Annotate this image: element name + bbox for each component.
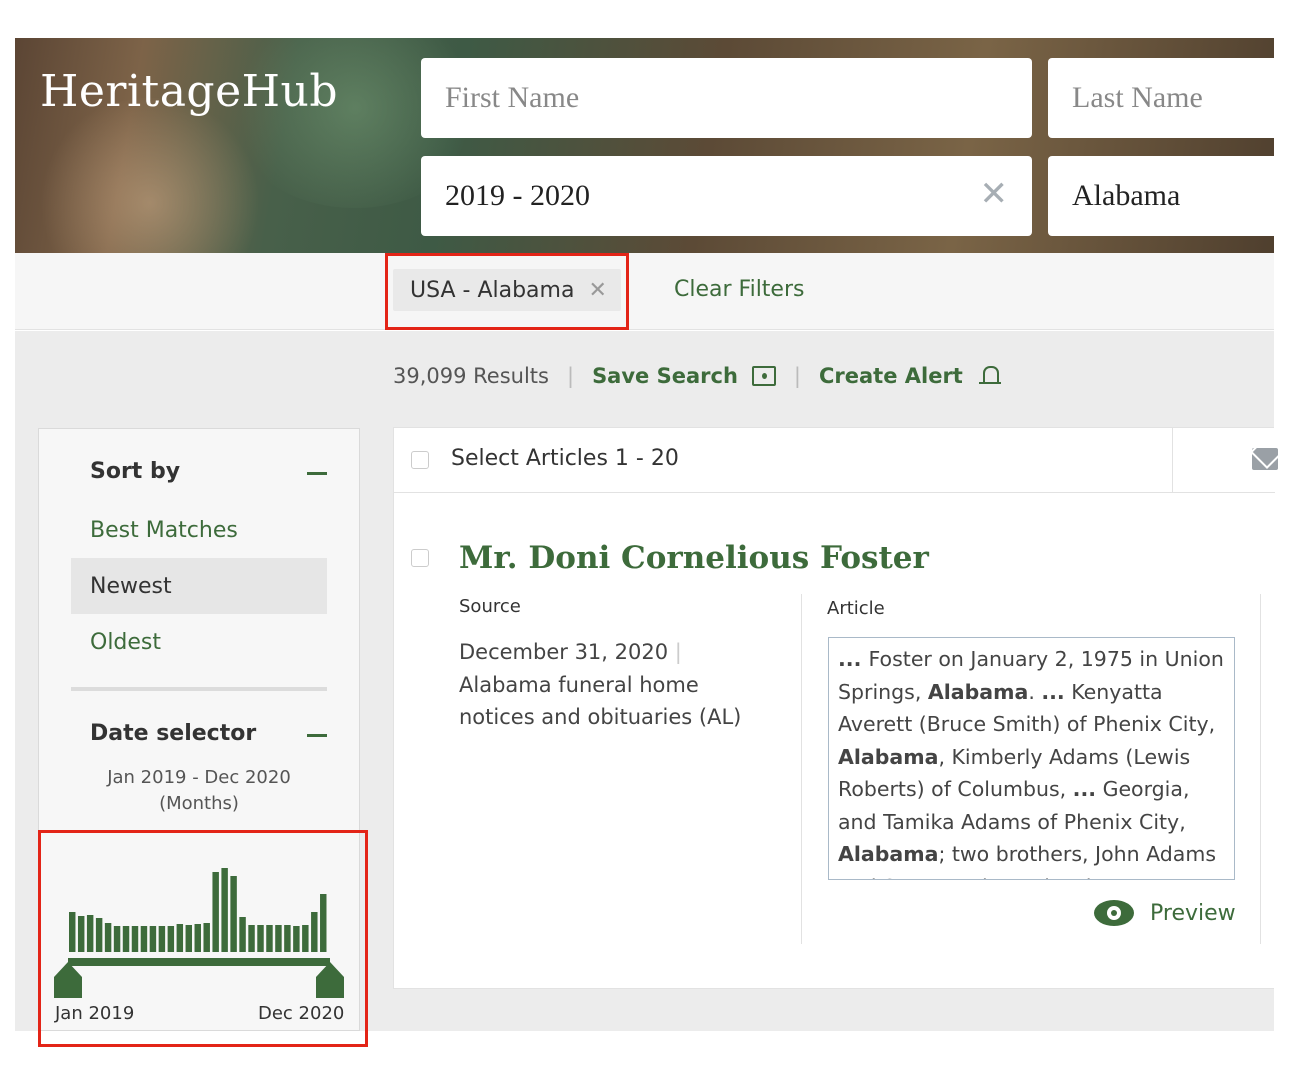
histogram-bar[interactable] [86, 915, 94, 952]
date-histogram[interactable]: Jan 2019 Dec 2020 [38, 830, 368, 1030]
filter-chip-location[interactable]: USA - Alabama ✕ [393, 269, 621, 311]
histogram-bar[interactable] [122, 926, 130, 952]
sort-heading: Sort by [90, 459, 181, 484]
histogram-bar[interactable] [230, 876, 237, 952]
first-name-field[interactable] [421, 58, 1032, 138]
create-alert-link[interactable]: Create Alert [819, 364, 963, 388]
collapse-sort-icon[interactable] [307, 472, 327, 475]
date-range-label: Jan 2019 - Dec 2020 [107, 767, 291, 788]
sidebar-divider [71, 687, 327, 691]
snippet-highlight: ... [838, 647, 869, 671]
histogram-bar[interactable] [311, 912, 318, 952]
article-snippet[interactable]: ... Foster on January 2, 1975 in Union S… [828, 637, 1235, 880]
histogram-bar[interactable] [293, 926, 300, 952]
date-slider-handle-end[interactable] [316, 962, 344, 998]
last-name-field[interactable] [1048, 58, 1274, 138]
histogram-bar[interactable] [194, 924, 201, 952]
filter-bar: USA - Alabama ✕ Clear Filters [15, 253, 1274, 330]
save-search-link[interactable]: Save Search [592, 364, 738, 388]
snippet-highlight: Alabama [838, 842, 939, 866]
save-search-icon[interactable] [751, 366, 776, 386]
clear-date-icon[interactable]: ✕ [980, 178, 1009, 212]
snippet-highlight: ... [1072, 777, 1097, 801]
column-divider [801, 594, 802, 944]
sort-option-newest[interactable]: Newest [71, 558, 327, 614]
article-title-link[interactable]: Mr. Doni Cornelious Foster [459, 540, 929, 576]
histogram-bar[interactable] [212, 872, 219, 952]
results-toolbar: 39,099 Results | Save Search | Create Al… [393, 364, 1001, 388]
last-name-input[interactable] [1072, 81, 1274, 115]
eye-icon [1094, 900, 1134, 926]
date-range-value: 2019 - 2020 [445, 179, 590, 212]
histogram-bar[interactable] [69, 912, 76, 952]
snippet-text: . [1028, 679, 1042, 704]
preview-label: Preview [1150, 900, 1236, 926]
clear-filters-link[interactable]: Clear Filters [674, 277, 804, 302]
toolbar-divider [1172, 428, 1173, 493]
histogram-bar[interactable] [275, 925, 282, 952]
snippet-highlight: ... [1041, 679, 1065, 704]
first-name-input[interactable] [445, 81, 1032, 115]
header-banner: HeritageHub 2019 - 2020 ✕ Alabama [15, 38, 1274, 253]
article-source-name: Alabama funeral home notices and obituar… [459, 672, 742, 730]
histogram-start-label: Jan 2019 [55, 1003, 135, 1024]
column-divider-right [1260, 594, 1261, 944]
histogram-end-label: Dec 2020 [258, 1003, 345, 1024]
preview-button[interactable]: Preview [1094, 900, 1236, 926]
histogram-bar[interactable] [131, 926, 139, 952]
histogram-bar[interactable] [221, 868, 228, 952]
source-heading: Source [459, 596, 521, 617]
sort-option-best-matches[interactable]: Best Matches [71, 502, 327, 558]
histogram-bar[interactable] [257, 925, 264, 952]
histogram-bar[interactable] [203, 923, 210, 952]
remove-filter-icon[interactable]: ✕ [588, 278, 606, 303]
histogram-bar[interactable] [320, 894, 327, 952]
email-icon[interactable] [1252, 448, 1278, 470]
article-source-info: December 31, 2020 | Alabama funeral home… [459, 636, 749, 734]
location-field[interactable]: Alabama [1048, 156, 1274, 236]
sort-option-oldest[interactable]: Oldest [71, 614, 327, 670]
select-articles-row: Select Articles 1 - 20 [394, 428, 1278, 493]
histogram-bar[interactable] [284, 925, 291, 952]
snippet-highlight: Alabama [838, 744, 939, 769]
date-selector-heading: Date selector [90, 721, 257, 746]
histogram-bar[interactable] [266, 925, 273, 952]
histogram-bar[interactable] [95, 918, 103, 952]
histogram-bar[interactable] [176, 924, 184, 952]
histogram-bar[interactable] [149, 926, 157, 952]
source-separator: | [674, 640, 682, 664]
histogram-bar[interactable] [185, 925, 193, 952]
article-date: December 31, 2020 [459, 640, 669, 664]
filter-chip-label: USA - Alabama [410, 277, 575, 303]
histogram-bar[interactable] [239, 917, 246, 952]
toolbar-separator: | [566, 364, 575, 388]
site-logo[interactable]: HeritageHub [40, 66, 338, 117]
article-checkbox[interactable] [411, 549, 429, 567]
histogram-chart[interactable] [38, 830, 368, 1030]
results-panel: Select Articles 1 - 20 Mr. Doni Cornelio… [393, 427, 1278, 989]
histogram-bar[interactable] [113, 926, 121, 952]
date-range-field[interactable]: 2019 - 2020 ✕ [421, 156, 1032, 236]
histogram-bar[interactable] [77, 916, 85, 952]
histogram-bar[interactable] [167, 926, 175, 952]
results-count: 39,099 Results [393, 364, 549, 388]
date-unit-label: (Months) [159, 793, 239, 814]
bell-icon[interactable] [978, 364, 1001, 388]
collapse-date-icon[interactable] [307, 734, 327, 737]
select-articles-label: Select Articles 1 - 20 [451, 446, 679, 471]
select-all-checkbox[interactable] [411, 451, 429, 469]
histogram-bar[interactable] [158, 926, 166, 952]
histogram-bar[interactable] [104, 923, 112, 952]
date-slider-track[interactable] [68, 958, 330, 966]
histogram-bar[interactable] [140, 926, 148, 952]
toolbar-separator: | [793, 364, 801, 388]
article-heading: Article [827, 598, 885, 619]
date-slider-handle-start[interactable] [54, 962, 82, 998]
histogram-bar[interactable] [302, 925, 309, 952]
histogram-bar[interactable] [248, 925, 255, 952]
location-value: Alabama [1072, 179, 1181, 212]
snippet-highlight: Alabama [927, 679, 1029, 704]
